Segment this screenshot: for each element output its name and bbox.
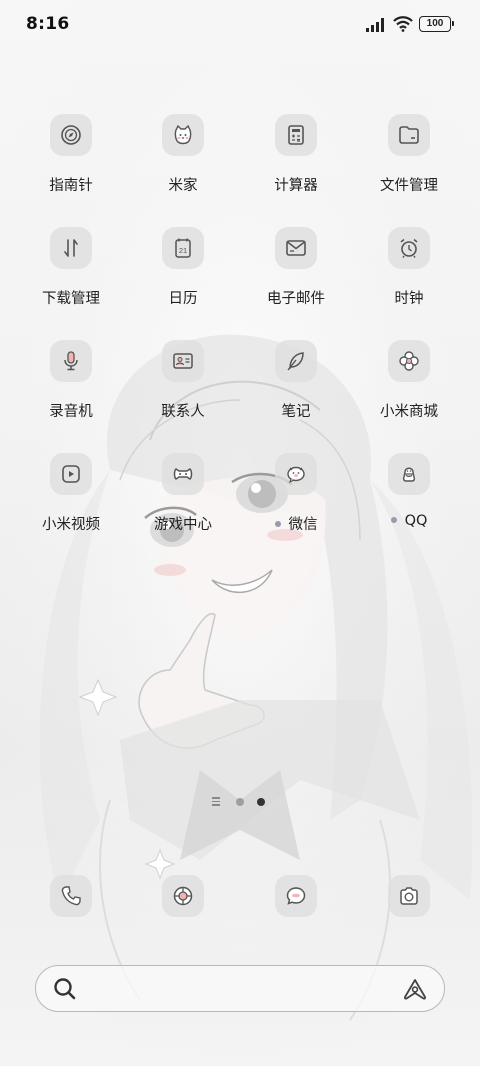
battery-level: 100 (426, 18, 444, 29)
app-label: 电子邮件 (267, 291, 325, 307)
app-download-manager[interactable]: 下载管理 (15, 227, 127, 327)
page-indicator[interactable] (212, 796, 272, 808)
app-label: 时钟 (394, 291, 424, 307)
app-calendar[interactable]: 21 日历 (127, 227, 239, 327)
app-drawer-lines-icon[interactable] (212, 797, 220, 806)
compass-icon (50, 114, 92, 156)
new-badge-dot (390, 516, 397, 523)
app-mi-store[interactable]: 小米商城 (353, 340, 465, 440)
camera-icon (400, 887, 418, 905)
app-email[interactable]: 电子邮件 (240, 227, 352, 327)
app-label: 下载管理 (42, 291, 100, 307)
dock-browser[interactable] (162, 875, 204, 917)
page-dot-2-active[interactable] (257, 798, 265, 806)
app-label: 联系人 (161, 404, 205, 420)
app-label: 游戏中心 (154, 517, 212, 533)
app-label: 录音机 (49, 404, 93, 420)
app-wechat[interactable]: 微信 (240, 453, 352, 553)
wechat-icon (275, 453, 317, 495)
play-icon (50, 453, 92, 495)
download-arrows-icon (50, 227, 92, 269)
page-dot-1[interactable] (236, 798, 244, 806)
new-badge-dot (274, 520, 281, 527)
message-icon (286, 887, 306, 905)
dock-messages[interactable] (275, 875, 317, 917)
microphone-icon (50, 340, 92, 382)
app-mi-video[interactable]: 小米视频 (15, 453, 127, 553)
app-label: 微信 (240, 513, 352, 534)
mail-icon (275, 227, 317, 269)
mijia-cat-icon (162, 114, 204, 156)
app-label: 指南针 (49, 178, 93, 194)
contact-card-icon (162, 340, 204, 382)
app-file-manager[interactable]: 文件管理 (353, 114, 465, 214)
app-qq[interactable]: QQ (353, 453, 465, 553)
browser-icon (173, 886, 193, 906)
app-label: 小米商城 (380, 404, 438, 420)
app-label: 笔记 (281, 404, 311, 420)
app-label: QQ (353, 513, 465, 529)
app-mijia[interactable]: 米家 (127, 114, 239, 214)
dock-phone[interactable] (50, 875, 92, 917)
phone-icon (61, 886, 81, 906)
status-bar: 8:16 100 (0, 0, 480, 50)
feather-icon (275, 340, 317, 382)
clock-time: 8:16 (26, 14, 70, 34)
app-label: 小米视频 (42, 517, 100, 533)
folder-icon (388, 114, 430, 156)
app-notes[interactable]: 笔记 (240, 340, 352, 440)
wifi-icon (393, 16, 413, 32)
gamepad-icon (162, 453, 204, 495)
signal-icon (366, 18, 384, 32)
app-compass[interactable]: 指南针 (15, 114, 127, 214)
search-bar[interactable] (35, 965, 445, 1012)
mi-store-icon (388, 340, 430, 382)
app-label: 文件管理 (380, 178, 438, 194)
app-recorder[interactable]: 录音机 (15, 340, 127, 440)
app-contacts[interactable]: 联系人 (127, 340, 239, 440)
app-clock[interactable]: 时钟 (353, 227, 465, 327)
alarm-clock-icon (388, 227, 430, 269)
app-calculator[interactable]: 计算器 (240, 114, 352, 214)
app-label: 计算器 (274, 178, 318, 194)
app-label: 日历 (168, 291, 198, 307)
dock-camera[interactable] (388, 875, 430, 917)
calendar-icon: 21 (162, 227, 204, 269)
search-icon[interactable] (52, 976, 78, 1002)
app-game-center[interactable]: 游戏中心 (127, 453, 239, 553)
app-label: 米家 (168, 178, 198, 194)
qq-penguin-icon (388, 453, 430, 495)
calendar-date: 21 (179, 246, 187, 255)
calculator-icon (275, 114, 317, 156)
ai-assistant-icon[interactable] (402, 978, 428, 1000)
battery-icon: 100 (419, 16, 454, 32)
